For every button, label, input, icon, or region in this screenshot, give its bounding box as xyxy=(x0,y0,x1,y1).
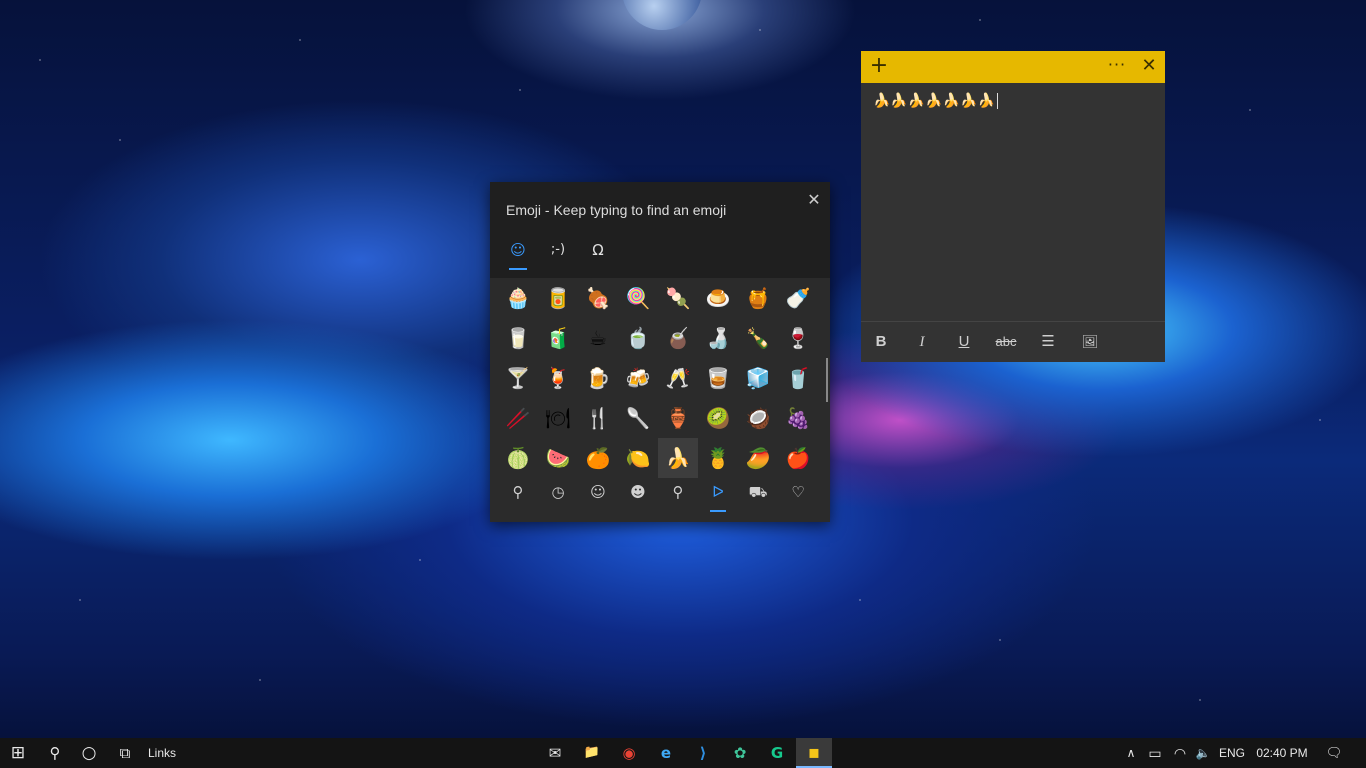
category-smileys-icon[interactable]: ☺ xyxy=(578,478,618,506)
tray-overflow-chevron-icon[interactable]: ∧ xyxy=(1122,738,1140,768)
emoji-cell[interactable]: 🍭 xyxy=(618,278,658,318)
emoji-panel-close-icon[interactable]: ✕ xyxy=(804,190,824,210)
sticky-note-toolbar: B I U abc ☰ 🖼 xyxy=(861,321,1165,362)
start-icon[interactable]: ⊞ xyxy=(0,738,36,768)
emoji-cell[interactable]: 🍷 xyxy=(778,318,818,358)
taskbar-app-chrome[interactable]: ◉ xyxy=(611,738,647,768)
emoji-cell[interactable]: 🍈 xyxy=(498,438,538,478)
emoji-cell[interactable]: ☕ xyxy=(578,318,618,358)
emoji-cell[interactable]: 🍴 xyxy=(578,398,618,438)
sticky-note-text: 🍌🍌🍌🍌🍌🍌🍌 xyxy=(873,93,996,109)
text-caret xyxy=(997,93,999,109)
wifi-icon[interactable]: ◠ xyxy=(1170,738,1190,768)
sticky-note-window: + ··· ✕ 🍌🍌🍌🍌🍌🍌🍌 B I U abc ☰ 🖼 xyxy=(861,51,1165,362)
emoji-cell[interactable]: 🍖 xyxy=(578,278,618,318)
emoji-cell[interactable]: 🧃 xyxy=(538,318,578,358)
category-search-icon[interactable]: ⚲ xyxy=(498,478,538,506)
emoji-cell[interactable]: 🍺 xyxy=(578,358,618,398)
emoji-cell[interactable]: 🍵 xyxy=(618,318,658,358)
emoji-cell[interactable]: 🥄 xyxy=(618,398,658,438)
emoji-cell[interactable]: 🥂 xyxy=(658,358,698,398)
sticky-note-header: + ··· ✕ xyxy=(861,51,1165,83)
emoji-scrollbar[interactable] xyxy=(826,358,828,402)
category-food-icon[interactable]: ᐅ xyxy=(698,478,738,512)
tab-emoji[interactable]: ☺ xyxy=(506,238,530,270)
emoji-cell[interactable]: 🍋 xyxy=(618,438,658,478)
emoji-cell[interactable]: 🍯 xyxy=(738,278,778,318)
category-travel-icon[interactable]: ⛟ xyxy=(738,478,778,506)
emoji-cell[interactable]: 🧊 xyxy=(738,358,778,398)
emoji-cell[interactable]: 🍽 xyxy=(538,398,578,438)
emoji-cell[interactable]: 🍍 xyxy=(698,438,738,478)
emoji-cell[interactable]: 🍼 xyxy=(778,278,818,318)
battery-icon[interactable]: ▭ xyxy=(1145,738,1165,768)
bullet-list-icon[interactable]: ☰ xyxy=(1034,330,1062,354)
cortana-icon[interactable]: ○ xyxy=(72,738,106,768)
underline-button[interactable]: U xyxy=(950,330,978,354)
add-note-icon[interactable]: + xyxy=(868,55,890,79)
emoji-cell[interactable]: 🧉 xyxy=(658,318,698,358)
emoji-cell[interactable]: 🏺 xyxy=(658,398,698,438)
taskbar-app-sticky-notes[interactable]: ▪ xyxy=(796,738,832,768)
emoji-cell[interactable]: 🥫 xyxy=(538,278,578,318)
emoji-cell[interactable]: 🥃 xyxy=(698,358,738,398)
emoji-cell[interactable]: 🍻 xyxy=(618,358,658,398)
tab-kaomoji[interactable]: ;-) xyxy=(544,238,572,264)
emoji-grid-area: 🧁 🥫 🍖 🍭 🍡 🍮 🍯 🍼 🥛 🧃 ☕ 🍵 🧉 🍶 🍾 🍷 🍸 🍹 🍺 🍻 🥂 🥃 🧊 🥤 🥢 🍽 🍴 🥄 🏺 🥝 🥥 🍇 🍈 🍉 🍊 🍋 🍌 🍍 🥭 🍎… xyxy=(490,278,830,522)
clock[interactable]: 02:40 PM xyxy=(1253,738,1311,768)
emoji-cell[interactable]: 🍹 xyxy=(538,358,578,398)
wallpaper-planet xyxy=(622,0,702,30)
taskbar-app-file-explorer[interactable]: 📁 xyxy=(574,738,610,768)
task-view-icon[interactable]: ⧉ xyxy=(108,738,142,768)
emoji-category-bar: ⚲ ◷ ☺ ☻ ⚲ ᐅ ⛟ ♡ xyxy=(498,474,822,518)
strikethrough-button[interactable]: abc xyxy=(989,330,1023,354)
emoji-cell[interactable]: 🥥 xyxy=(738,398,778,438)
taskbar-app-vscode[interactable]: ⟩ xyxy=(685,738,721,768)
bold-button[interactable]: B xyxy=(867,330,895,354)
taskbar: ⊞ ⚲ ○ ⧉ Links ✉ 📁 ◉ e ⟩ ✿ G ▪ ∧ ▭ ◠ 🔈 EN… xyxy=(0,738,1366,768)
emoji-cell[interactable]: 🍡 xyxy=(658,278,698,318)
emoji-cell[interactable]: 🍾 xyxy=(738,318,778,358)
emoji-cell[interactable]: 🍉 xyxy=(538,438,578,478)
category-symbols-icon[interactable]: ♡ xyxy=(778,478,818,506)
sticky-note-editor[interactable]: 🍌🍌🍌🍌🍌🍌🍌 xyxy=(873,93,999,109)
emoji-cell[interactable]: 🍸 xyxy=(498,358,538,398)
emoji-cell[interactable]: 🥭 xyxy=(738,438,778,478)
taskbar-app-green[interactable]: ✿ xyxy=(722,738,758,768)
emoji-cell[interactable]: 🍶 xyxy=(698,318,738,358)
italic-button[interactable]: I xyxy=(908,330,936,354)
emoji-cell[interactable]: 🥢 xyxy=(498,398,538,438)
emoji-cell[interactable]: 🍊 xyxy=(578,438,618,478)
emoji-cell[interactable]: 🧁 xyxy=(498,278,538,318)
tab-symbols[interactable]: Ω xyxy=(586,238,610,264)
emoji-cell[interactable]: 🥛 xyxy=(498,318,538,358)
close-note-icon[interactable]: ✕ xyxy=(1137,55,1161,79)
category-people-icon[interactable]: ☻ xyxy=(618,478,658,506)
emoji-panel: Emoji - Keep typing to find an emoji ✕ ☺… xyxy=(490,182,830,522)
emoji-cell[interactable]: 🥝 xyxy=(698,398,738,438)
emoji-cell[interactable]: 🥤 xyxy=(778,358,818,398)
taskbar-app-edge[interactable]: e xyxy=(648,738,684,768)
emoji-cell[interactable]: 🍇 xyxy=(778,398,818,438)
emoji-cell[interactable]: 🍌 xyxy=(658,438,698,478)
links-toolbar[interactable]: Links xyxy=(144,738,180,768)
notifications-icon[interactable]: 🗨 xyxy=(1322,738,1346,768)
language-indicator[interactable]: ENG xyxy=(1217,738,1247,768)
insert-image-icon[interactable]: 🖼 xyxy=(1076,330,1104,354)
search-icon[interactable]: ⚲ xyxy=(38,738,72,768)
emoji-cell[interactable]: 🍎 xyxy=(778,438,818,478)
volume-icon[interactable]: 🔈 xyxy=(1193,738,1213,768)
category-recent-icon[interactable]: ◷ xyxy=(538,478,578,506)
category-celebration-icon[interactable]: ⚲ xyxy=(658,478,698,506)
emoji-cell[interactable]: 🍮 xyxy=(698,278,738,318)
more-options-icon[interactable]: ··· xyxy=(1105,54,1129,78)
taskbar-app-grammarly[interactable]: G xyxy=(759,738,795,768)
emoji-panel-title: Emoji - Keep typing to find an emoji xyxy=(506,202,727,218)
taskbar-app-mail[interactable]: ✉ xyxy=(537,738,573,768)
